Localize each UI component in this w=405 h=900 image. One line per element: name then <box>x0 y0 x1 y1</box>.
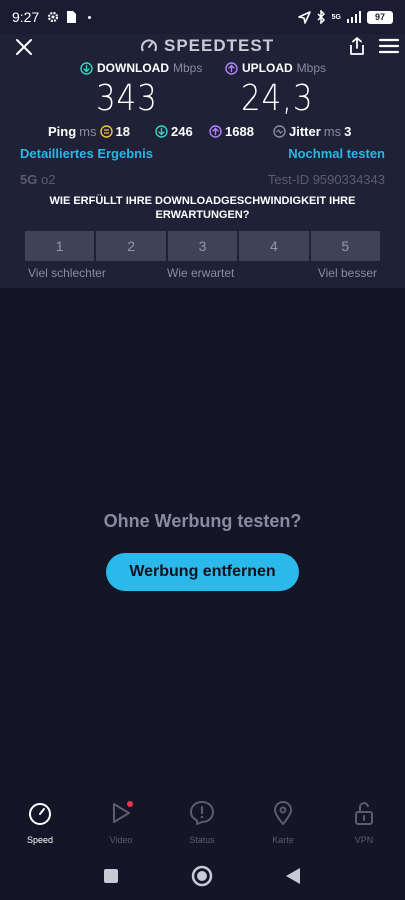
upload-arrow-icon <box>225 61 238 75</box>
recents-icon[interactable] <box>103 868 119 884</box>
system-nav-bar <box>0 862 405 892</box>
result-links: Detailliertes Ergebnis Nochmal testen <box>0 146 405 164</box>
download-arrow-icon <box>80 61 93 75</box>
connection-type: 5G <box>20 172 38 187</box>
ping-download-value: 246 <box>171 123 193 139</box>
notification-dot-icon <box>88 15 92 19</box>
tab-vpn-label: VPN <box>354 835 374 845</box>
status-time: 9:27 <box>12 9 40 25</box>
play-icon <box>113 801 133 823</box>
status-bar: 9:27 5G 97 <box>0 0 405 34</box>
alert-icon <box>190 801 214 825</box>
upload-label: UPLOAD Mbps <box>225 60 326 76</box>
jitter-label: Jitter <box>289 123 321 139</box>
upload-value: 24,3 <box>241 78 314 119</box>
menu-icon[interactable] <box>378 36 400 56</box>
connection-info: 5G o2 <box>20 172 55 187</box>
scale-low-label: Viel schlechter <box>28 266 106 280</box>
tab-map-label: Karte <box>272 835 294 845</box>
home-icon[interactable] <box>191 865 213 887</box>
ping-stat: Ping ms 18 <box>48 122 130 140</box>
rating-button-3[interactable]: 3 <box>167 231 238 261</box>
rating-button-2[interactable]: 2 <box>96 231 166 261</box>
tab-video-label: Video <box>109 835 133 845</box>
download-value: 343 <box>96 78 158 119</box>
speedometer-icon <box>29 803 51 825</box>
upload-latency-icon <box>209 124 222 138</box>
top-bar: SPEEDTEST <box>0 34 405 56</box>
download-label-text: DOWNLOAD <box>97 61 169 75</box>
bottom-tab-bar: Speed Video Status Karte VPN <box>0 800 405 850</box>
scale-mid-label: Wie erwartet <box>167 266 235 280</box>
jitter-value: 3 <box>344 123 352 139</box>
provider-name: o2 <box>40 172 56 187</box>
bluetooth-icon <box>317 10 325 24</box>
rating-buttons: 1 2 3 4 5 <box>25 231 381 261</box>
ping-unit: ms <box>79 123 97 139</box>
retest-link[interactable]: Nochmal testen <box>288 146 385 161</box>
back-icon[interactable] <box>285 867 301 885</box>
jitter-stat: Jitter ms 3 <box>273 122 351 140</box>
settings-icon <box>48 11 59 23</box>
detailed-result-link[interactable]: Detailliertes Ergebnis <box>20 146 153 161</box>
sim-card-icon <box>67 11 77 23</box>
tab-status[interactable]: Status <box>172 800 232 850</box>
tab-map[interactable]: Karte <box>253 800 313 850</box>
jitter-icon <box>273 124 286 138</box>
signal-icon <box>347 11 361 23</box>
location-icon <box>297 10 311 24</box>
ping-upload-stat: 1688 <box>209 122 254 140</box>
tab-vpn[interactable]: VPN <box>334 800 394 850</box>
close-icon[interactable] <box>14 37 34 57</box>
rating-button-1[interactable]: 1 <box>25 231 95 261</box>
ping-download-stat: 246 <box>155 122 193 140</box>
rating-button-4[interactable]: 4 <box>239 231 309 261</box>
ping-idle-value: 18 <box>115 123 130 139</box>
result-panel: SPEEDTEST DOWNLOAD Mbps UPLOAD Mbps 343 … <box>0 34 405 288</box>
brand-name: SPEEDTEST <box>164 36 275 55</box>
ping-label: Ping <box>48 123 77 139</box>
download-unit: Mbps <box>173 61 203 75</box>
map-pin-icon <box>274 801 292 825</box>
tab-speed-label: Speed <box>26 835 54 845</box>
survey-question: WIE ERFÜLLT IHRE DOWNLOADGESCHWINDIGKEIT… <box>49 195 356 221</box>
idle-latency-icon <box>99 124 113 138</box>
jitter-unit: ms <box>323 123 342 139</box>
tab-speed[interactable]: Speed <box>10 800 70 850</box>
tab-status-label: Status <box>189 835 215 845</box>
rating-button-5[interactable]: 5 <box>310 231 381 261</box>
remove-ads-button[interactable]: Werbung entfernen <box>106 553 299 591</box>
brand-logo: SPEEDTEST <box>140 36 274 56</box>
test-id: Test-ID 9590334343 <box>267 172 385 187</box>
battery-icon: 97 <box>367 10 393 24</box>
download-latency-icon <box>155 124 168 138</box>
ping-upload-value: 1688 <box>225 123 254 139</box>
scale-high-label: Viel besser <box>317 266 377 280</box>
upload-unit: Mbps <box>296 61 327 75</box>
upload-label-text: UPLOAD <box>242 61 293 75</box>
speedometer-logo-icon <box>141 39 157 52</box>
download-label: DOWNLOAD Mbps <box>80 60 202 76</box>
lock-icon <box>355 802 373 825</box>
share-icon[interactable] <box>346 35 368 57</box>
tab-video[interactable]: Video <box>91 800 151 850</box>
network-type-label: 5G <box>331 13 341 21</box>
latency-stats: Ping ms 18 246 1688 Jitter ms 3 <box>0 122 405 140</box>
promo-title: Ohne Werbung testen? <box>103 511 302 531</box>
